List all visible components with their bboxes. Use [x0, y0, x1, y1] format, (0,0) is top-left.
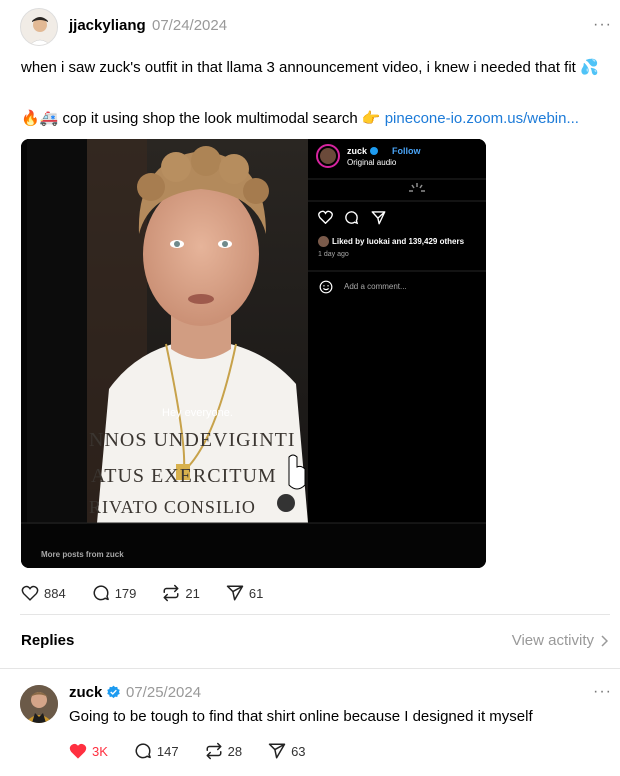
repost-icon: [163, 584, 179, 602]
post-username[interactable]: jjackyliang: [69, 17, 146, 34]
comment-count: 179: [114, 585, 137, 601]
post-author-avatar[interactable]: [20, 8, 58, 46]
overlay-share-icon[interactable]: [371, 210, 386, 230]
heart-filled-icon: [69, 743, 87, 759]
reply-like-button[interactable]: 3K: [69, 743, 108, 759]
reply-share-count: 63: [291, 743, 306, 759]
reply-timestamp[interactable]: 07/25/2024: [126, 684, 201, 701]
post-text: when i saw zuck's outfit in that llama 3…: [21, 59, 599, 76]
comment-button[interactable]: 179: [92, 584, 137, 602]
video-caption: Hey everyone.: [162, 407, 233, 419]
post-more-button[interactable]: ···: [593, 16, 612, 34]
reply-username[interactable]: zuck: [69, 684, 102, 701]
reply-repost-button[interactable]: 28: [205, 742, 242, 760]
send-icon: [226, 585, 244, 601]
overlay-time-ago: 1 day ago: [318, 251, 349, 258]
reply-more-button[interactable]: ···: [593, 683, 612, 701]
shirt-text-2: ATUS EXERCITUM: [91, 465, 277, 487]
avatar-image: [20, 685, 58, 723]
post-text-prefix: 🔥🚑 cop it using shop the look multimodal…: [21, 110, 381, 127]
share-button[interactable]: 61: [226, 584, 263, 602]
replies-divider: [0, 668, 620, 669]
share-count: 61: [248, 585, 264, 601]
overlay-comment-icon[interactable]: [344, 210, 359, 230]
post-video[interactable]: Hey everyone. NNOS UNDEVIGINTI ATUS EXER…: [21, 139, 486, 568]
overlay-verified-icon: [370, 147, 378, 155]
overlay-liked-by: Liked by luokai and 139,429 others: [332, 237, 465, 246]
reply-comment-count: 147: [156, 743, 179, 759]
post-link[interactable]: pinecone-io.zoom.us/webin...: [385, 110, 579, 127]
reply-text: Going to be tough to find that shirt onl…: [69, 708, 533, 725]
post-actions: 884 179 21 61: [21, 584, 289, 602]
post-text-line2: 🔥🚑 cop it using shop the look multimodal…: [21, 109, 579, 129]
chevron-right-icon: [601, 634, 608, 647]
more-posts-label[interactable]: More posts from zuck: [41, 550, 124, 559]
repost-count: 21: [185, 585, 200, 601]
verified-icon: [106, 685, 121, 705]
send-icon: [268, 743, 286, 759]
repost-icon: [206, 742, 222, 760]
overlay-liked-avatar: [318, 236, 329, 247]
shirt-text-3: RIVATO CONSILIO: [89, 497, 256, 517]
reply-comment-button[interactable]: 147: [134, 742, 179, 760]
shirt-text-1: NNOS UNDEVIGINTI: [89, 429, 296, 451]
overlay-username[interactable]: zuck: [347, 146, 367, 156]
like-button[interactable]: 884: [21, 585, 66, 601]
overlay-follow[interactable]: Follow: [392, 146, 421, 156]
reply-author-avatar[interactable]: [20, 685, 58, 723]
replies-title: Replies: [21, 632, 75, 649]
divider: [20, 614, 610, 615]
heart-icon: [21, 585, 39, 601]
reply-repost-count: 28: [227, 743, 243, 759]
avatar-image: [21, 9, 57, 45]
overlay-emoji-icon[interactable]: [319, 280, 333, 299]
view-activity-label: View activity: [511, 632, 594, 649]
repost-button[interactable]: 21: [162, 584, 200, 602]
comment-icon: [93, 585, 109, 601]
view-activity-link[interactable]: View activity: [512, 632, 608, 649]
post-timestamp[interactable]: 07/24/2024: [152, 17, 227, 34]
overlay-audio: Original audio: [347, 158, 397, 167]
overlay-comment-input[interactable]: Add a comment...: [344, 282, 407, 291]
reply-share-button[interactable]: 63: [268, 742, 306, 760]
overlay-like-icon[interactable]: [318, 210, 333, 229]
like-count: 884: [44, 585, 66, 601]
reply-actions: 3K 147 28 63: [69, 742, 332, 760]
comment-icon: [135, 743, 151, 759]
reply-like-count: 3K: [92, 743, 108, 759]
